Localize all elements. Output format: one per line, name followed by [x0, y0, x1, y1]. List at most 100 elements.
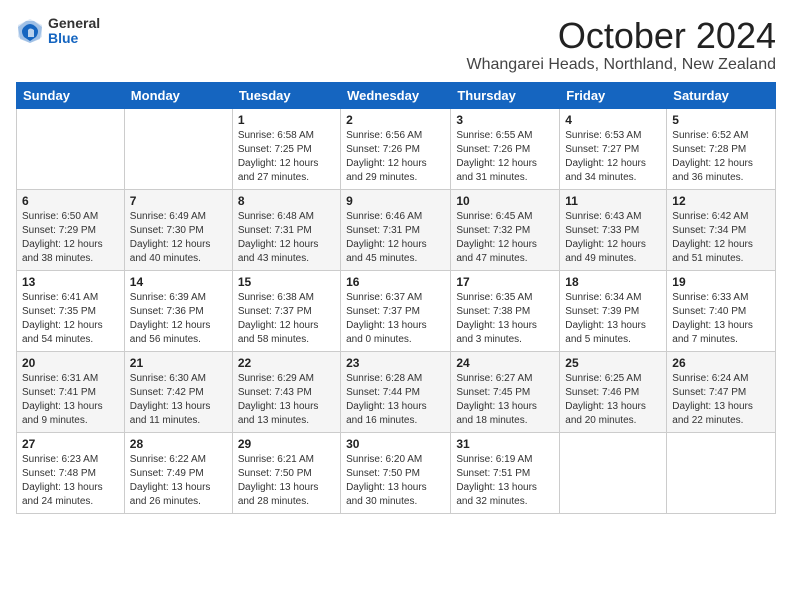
day-number: 12: [672, 194, 770, 208]
calendar-cell: 25Sunrise: 6:25 AM Sunset: 7:46 PM Dayli…: [560, 351, 667, 432]
day-number: 28: [130, 437, 227, 451]
day-number: 22: [238, 356, 335, 370]
calendar-cell: [667, 432, 776, 513]
day-info: Sunrise: 6:25 AM Sunset: 7:46 PM Dayligh…: [565, 372, 661, 428]
calendar-week-2: 6 Sunrise: 6:50 AM Sunset: 7:29 PM Daylig…: [17, 189, 776, 270]
day-info: Sunrise: 6:39 AM Sunset: 7:36 PM Dayligh…: [130, 291, 227, 347]
day-info: Sunrise: 6:38 AM Sunset: 7:37 PM Dayligh…: [238, 291, 335, 347]
day-number: 10: [456, 194, 554, 208]
day-number: 27: [22, 437, 119, 451]
day-number: 20: [22, 356, 119, 370]
day-info: Sunrise: 6:30 AM Sunset: 7:42 PM Dayligh…: [130, 372, 227, 428]
calendar-cell: 26Sunrise: 6:24 AM Sunset: 7:47 PM Dayli…: [667, 351, 776, 432]
calendar-cell: 15 Sunrise: 6:38 AM Sunset: 7:37 PM Dayli…: [232, 270, 340, 351]
day-info: Sunrise: 6:29 AM Sunset: 7:43 PM Dayligh…: [238, 372, 335, 428]
calendar-cell: 20 Sunrise: 6:31 AM Sunset: 7:41 PM Dayli…: [17, 351, 125, 432]
day-number: 15: [238, 275, 335, 289]
day-number: 16: [346, 275, 445, 289]
day-info: Sunrise: 6:53 AM Sunset: 7:27 PM Dayligh…: [565, 129, 661, 185]
calendar-cell: 19 Sunrise: 6:33 AM Sunset: 7:40 PM Dayli…: [667, 270, 776, 351]
calendar-cell: [560, 432, 667, 513]
day-info: Sunrise: 6:43 AM Sunset: 7:33 PM Dayligh…: [565, 210, 661, 266]
calendar-cell: 7Sunrise: 6:49 AM Sunset: 7:30 PM Daylig…: [124, 189, 232, 270]
logo-blue-text: Blue: [48, 31, 100, 46]
day-info: Sunrise: 6:58 AM Sunset: 7:25 PM Dayligh…: [238, 129, 335, 185]
calendar-cell: 13Sunrise: 6:41 AM Sunset: 7:35 PM Dayli…: [17, 270, 125, 351]
calendar-cell: 16 Sunrise: 6:37 AM Sunset: 7:37 PM Dayli…: [341, 270, 451, 351]
calendar-cell: 5 Sunrise: 6:52 AM Sunset: 7:28 PM Daylig…: [667, 108, 776, 189]
day-info: Sunrise: 6:56 AM Sunset: 7:26 PM Dayligh…: [346, 129, 445, 185]
weekday-header-monday: Monday: [124, 82, 232, 108]
page-header: General Blue October 2024 Whangarei Head…: [16, 16, 776, 74]
day-number: 21: [130, 356, 227, 370]
day-number: 8: [238, 194, 335, 208]
calendar-week-5: 27Sunrise: 6:23 AM Sunset: 7:48 PM Dayli…: [17, 432, 776, 513]
logo-text: General Blue: [48, 16, 100, 47]
day-number: 29: [238, 437, 335, 451]
calendar-cell: 29 Sunrise: 6:21 AM Sunset: 7:50 PM Dayli…: [232, 432, 340, 513]
title-block: October 2024 Whangarei Heads, Northland,…: [467, 16, 777, 74]
calendar-cell: 17 Sunrise: 6:35 AM Sunset: 7:38 PM Dayli…: [451, 270, 560, 351]
day-number: 5: [672, 113, 770, 127]
day-info: Sunrise: 6:22 AM Sunset: 7:49 PM Dayligh…: [130, 453, 227, 509]
logo-general-text: General: [48, 16, 100, 31]
day-number: 18: [565, 275, 661, 289]
calendar-cell: 21 Sunrise: 6:30 AM Sunset: 7:42 PM Dayli…: [124, 351, 232, 432]
weekday-header-thursday: Thursday: [451, 82, 560, 108]
calendar-cell: 18 Sunrise: 6:34 AM Sunset: 7:39 PM Dayli…: [560, 270, 667, 351]
day-info: Sunrise: 6:34 AM Sunset: 7:39 PM Dayligh…: [565, 291, 661, 347]
weekday-header-friday: Friday: [560, 82, 667, 108]
location-title: Whangarei Heads, Northland, New Zealand: [467, 56, 777, 74]
weekday-header-tuesday: Tuesday: [232, 82, 340, 108]
calendar-cell: 23Sunrise: 6:28 AM Sunset: 7:44 PM Dayli…: [341, 351, 451, 432]
day-info: Sunrise: 6:42 AM Sunset: 7:34 PM Dayligh…: [672, 210, 770, 266]
day-number: 2: [346, 113, 445, 127]
day-number: 1: [238, 113, 335, 127]
logo-icon: [16, 17, 44, 45]
weekday-header-row: SundayMondayTuesdayWednesdayThursdayFrid…: [17, 82, 776, 108]
calendar-cell: 1 Sunrise: 6:58 AM Sunset: 7:25 PM Daylig…: [232, 108, 340, 189]
calendar-week-1: 1 Sunrise: 6:58 AM Sunset: 7:25 PM Daylig…: [17, 108, 776, 189]
calendar-cell: 28 Sunrise: 6:22 AM Sunset: 7:49 PM Dayli…: [124, 432, 232, 513]
weekday-header-sunday: Sunday: [17, 82, 125, 108]
calendar-cell: 30 Sunrise: 6:20 AM Sunset: 7:50 PM Dayli…: [341, 432, 451, 513]
day-info: Sunrise: 6:31 AM Sunset: 7:41 PM Dayligh…: [22, 372, 119, 428]
day-info: Sunrise: 6:45 AM Sunset: 7:32 PM Dayligh…: [456, 210, 554, 266]
day-number: 4: [565, 113, 661, 127]
day-number: 11: [565, 194, 661, 208]
calendar-cell: 31Sunrise: 6:19 AM Sunset: 7:51 PM Dayli…: [451, 432, 560, 513]
calendar-cell: 10 Sunrise: 6:45 AM Sunset: 7:32 PM Dayli…: [451, 189, 560, 270]
day-info: Sunrise: 6:37 AM Sunset: 7:37 PM Dayligh…: [346, 291, 445, 347]
day-info: Sunrise: 6:19 AM Sunset: 7:51 PM Dayligh…: [456, 453, 554, 509]
day-info: Sunrise: 6:41 AM Sunset: 7:35 PM Dayligh…: [22, 291, 119, 347]
day-info: Sunrise: 6:35 AM Sunset: 7:38 PM Dayligh…: [456, 291, 554, 347]
day-number: 26: [672, 356, 770, 370]
weekday-header-saturday: Saturday: [667, 82, 776, 108]
calendar-cell: 11 Sunrise: 6:43 AM Sunset: 7:33 PM Dayli…: [560, 189, 667, 270]
day-number: 30: [346, 437, 445, 451]
calendar-cell: 4 Sunrise: 6:53 AM Sunset: 7:27 PM Daylig…: [560, 108, 667, 189]
day-info: Sunrise: 6:20 AM Sunset: 7:50 PM Dayligh…: [346, 453, 445, 509]
calendar-cell: 8Sunrise: 6:48 AM Sunset: 7:31 PM Daylig…: [232, 189, 340, 270]
calendar-week-4: 20 Sunrise: 6:31 AM Sunset: 7:41 PM Dayli…: [17, 351, 776, 432]
calendar-cell: 27Sunrise: 6:23 AM Sunset: 7:48 PM Dayli…: [17, 432, 125, 513]
calendar-cell: 22 Sunrise: 6:29 AM Sunset: 7:43 PM Dayli…: [232, 351, 340, 432]
day-number: 19: [672, 275, 770, 289]
day-info: Sunrise: 6:55 AM Sunset: 7:26 PM Dayligh…: [456, 129, 554, 185]
calendar-cell: [17, 108, 125, 189]
day-info: Sunrise: 6:21 AM Sunset: 7:50 PM Dayligh…: [238, 453, 335, 509]
calendar-cell: 12 Sunrise: 6:42 AM Sunset: 7:34 PM Dayli…: [667, 189, 776, 270]
day-number: 14: [130, 275, 227, 289]
day-info: Sunrise: 6:52 AM Sunset: 7:28 PM Dayligh…: [672, 129, 770, 185]
calendar-table: SundayMondayTuesdayWednesdayThursdayFrid…: [16, 82, 776, 514]
day-info: Sunrise: 6:49 AM Sunset: 7:30 PM Dayligh…: [130, 210, 227, 266]
day-info: Sunrise: 6:33 AM Sunset: 7:40 PM Dayligh…: [672, 291, 770, 347]
month-title: October 2024: [467, 16, 777, 56]
calendar-cell: [124, 108, 232, 189]
day-number: 3: [456, 113, 554, 127]
day-number: 23: [346, 356, 445, 370]
day-number: 6: [22, 194, 119, 208]
day-number: 17: [456, 275, 554, 289]
day-info: Sunrise: 6:50 AM Sunset: 7:29 PM Dayligh…: [22, 210, 119, 266]
calendar-cell: 3 Sunrise: 6:55 AM Sunset: 7:26 PM Daylig…: [451, 108, 560, 189]
